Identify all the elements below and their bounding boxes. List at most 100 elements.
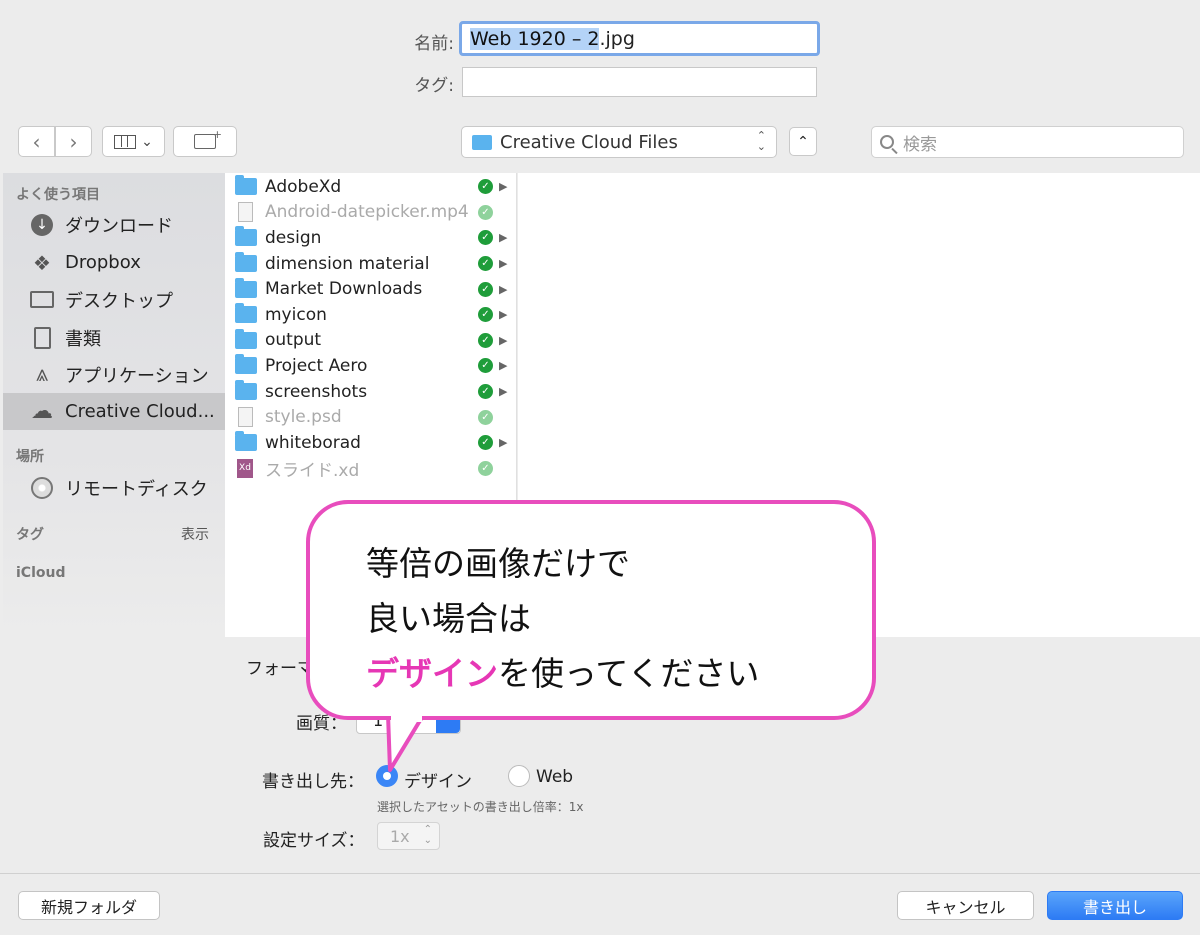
search-placeholder: 検索 <box>903 134 937 155</box>
file-name: Market Downloads <box>265 279 423 300</box>
xd-file-icon: Xd <box>237 458 253 478</box>
sync-check-icon: ✓ <box>478 230 493 246</box>
creative-cloud-icon: ☁ <box>31 399 53 424</box>
tags-header: タグ <box>16 527 44 543</box>
folder-icon <box>235 226 257 247</box>
search-field[interactable]: 検索 <box>871 126 1184 158</box>
name-label: 名前: <box>414 34 454 54</box>
disclosure-arrow-icon: ▶ <box>499 385 508 399</box>
new-folder-toolbar-button[interactable]: + <box>173 126 237 157</box>
size-value: 1x <box>390 827 410 846</box>
sidebar-item-label: 書類 <box>65 328 101 350</box>
folder-icon <box>235 252 257 273</box>
view-mode-button[interactable]: ⌄ <box>102 126 165 157</box>
sync-check-icon: ✓ <box>478 332 493 348</box>
folder-icon <box>235 277 257 298</box>
file-row[interactable]: screenshots ✓ ▶ <box>225 379 517 405</box>
file-name: output <box>265 330 322 351</box>
tag-label: タグ: <box>414 76 454 96</box>
file-row[interactable]: style.psd ✓ <box>225 404 517 430</box>
file-row[interactable]: output ✓ ▶ <box>225 328 517 354</box>
file-name: design <box>265 227 322 248</box>
export-button[interactable]: 書き出し <box>1047 891 1183 920</box>
format-label: フォーマ <box>246 659 314 679</box>
file-row[interactable]: Android-datepicker.mp4 ✓ <box>225 200 517 226</box>
tag-input[interactable] <box>462 67 817 97</box>
documents-icon <box>29 325 55 351</box>
chevron-down-icon: ⌄ <box>141 133 153 150</box>
sync-check-icon: ✓ <box>478 204 493 220</box>
stepper-arrows-icon: ⌃ ⌄ <box>423 824 432 846</box>
sidebar-item-applications[interactable]: ⩓ アプリケーション <box>3 356 225 393</box>
sync-check-icon: ✓ <box>478 256 493 272</box>
sidebar-item-downloads[interactable]: ↓ ダウンロード <box>3 206 225 243</box>
tags-show-link[interactable]: 表示 <box>181 524 209 544</box>
location-popup[interactable]: Creative Cloud Files ⌃ ⌄ <box>461 126 777 158</box>
new-folder-button[interactable]: 新規フォルダ <box>18 891 160 920</box>
sidebar-item-label: デスクトップ <box>65 290 173 312</box>
sync-check-icon: ✓ <box>478 358 493 374</box>
document-icon <box>238 407 253 428</box>
sync-check-icon: ✓ <box>478 281 493 297</box>
export-scale-note: 選択したアセットの書き出し倍率：1x <box>377 800 584 814</box>
dropbox-icon: ❖ <box>33 250 51 275</box>
file-row[interactable]: Xd スライド.xd ✓ <box>225 456 517 482</box>
size-stepper[interactable]: 1x ⌃ ⌄ <box>377 822 440 850</box>
document-icon <box>238 202 253 223</box>
file-row[interactable]: AdobeXd ✓ ▶ <box>225 174 517 200</box>
bottom-divider <box>0 873 1200 874</box>
callout-highlight: デザイン <box>366 654 498 693</box>
folder-icon <box>235 354 257 375</box>
sidebar-item-remote-disc[interactable]: リモートディスク <box>3 469 225 506</box>
file-row[interactable]: myicon ✓ ▶ <box>225 302 517 328</box>
forward-button[interactable]: › <box>55 126 92 157</box>
chevron-right-icon: › <box>69 129 78 154</box>
back-button[interactable]: ‹ <box>18 126 55 157</box>
disclosure-arrow-icon: ▶ <box>499 231 508 245</box>
disclosure-arrow-icon: ▶ <box>499 282 508 296</box>
callout-bubble: 等倍の画像だけで 良い場合は デザインを使ってください <box>306 500 876 720</box>
file-row[interactable]: dimension material ✓ ▶ <box>225 251 517 277</box>
file-name: dimension material <box>265 253 430 274</box>
file-row[interactable]: Project Aero ✓ ▶ <box>225 353 517 379</box>
folder-icon <box>235 175 257 196</box>
sidebar-item-label: ダウンロード <box>65 215 173 237</box>
callout-line-2: 良い場合は <box>366 599 531 638</box>
sidebar-item-documents[interactable]: 書類 <box>3 319 225 356</box>
file-name: whiteborad <box>265 432 361 453</box>
filename-extension: .jpg <box>599 27 635 50</box>
location-label: Creative Cloud Files <box>500 131 678 153</box>
radio-web-label: Web <box>536 767 574 787</box>
chevron-left-icon: ‹ <box>32 129 41 154</box>
file-name: AdobeXd <box>265 176 342 197</box>
sidebar-item-creative-cloud[interactable]: ☁ Creative Cloud... <box>3 393 225 430</box>
file-row[interactable]: Market Downloads ✓ ▶ <box>225 276 517 302</box>
filename-selected-text: Web 1920 – 2 <box>470 27 600 50</box>
file-name: Android-datepicker.mp4 <box>265 202 469 223</box>
radio-web[interactable] <box>508 765 530 787</box>
columns-view-icon <box>114 134 137 149</box>
cancel-button[interactable]: キャンセル <box>897 891 1034 920</box>
disclosure-arrow-icon: ▶ <box>499 436 508 450</box>
applications-icon: ⩓ <box>35 362 49 387</box>
sync-check-icon: ✓ <box>478 307 493 323</box>
filename-input[interactable]: Web 1920 – 2 .jpg <box>459 21 820 56</box>
sidebar-item-label: Dropbox <box>65 252 141 273</box>
folder-icon <box>472 134 492 150</box>
sidebar-item-desktop[interactable]: デスクトップ <box>3 281 225 318</box>
file-row[interactable]: whiteborad ✓ ▶ <box>225 430 517 456</box>
remote-disc-icon <box>29 475 55 501</box>
sync-check-icon: ✓ <box>478 435 493 451</box>
disclosure-arrow-icon: ▶ <box>499 257 508 271</box>
file-name: style.psd <box>265 407 342 428</box>
file-name: myicon <box>265 304 327 325</box>
size-label: 設定サイズ： <box>263 831 365 851</box>
file-row[interactable]: design ✓ ▶ <box>225 225 517 251</box>
sidebar-item-dropbox[interactable]: ❖ Dropbox <box>3 244 225 281</box>
callout-seam <box>391 714 422 722</box>
sidebar: よく使う項目 ↓ ダウンロード ❖ Dropbox デスクトップ 書類 ⩓ アプ… <box>3 173 225 637</box>
new-folder-icon: + <box>194 128 222 149</box>
disclosure-arrow-icon: ▶ <box>499 308 508 322</box>
file-name: Project Aero <box>265 355 368 376</box>
collapse-button[interactable]: ⌃ <box>789 127 817 156</box>
